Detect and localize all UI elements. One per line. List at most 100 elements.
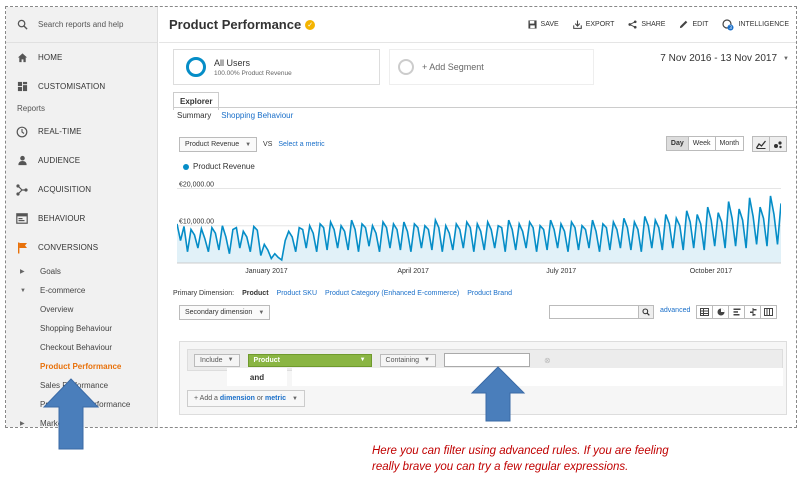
data-table-view-button[interactable]: [696, 305, 713, 319]
sidebar-item-goals[interactable]: ▶ Goals: [6, 262, 157, 281]
y-tick-label: €20,000.00: [179, 181, 214, 188]
arrow-up-icon: [470, 366, 526, 422]
pivot-icon: [764, 308, 773, 316]
sidebar-item-checkout-behaviour[interactable]: Checkout Behaviour: [6, 338, 157, 357]
line-chart-icon: [756, 140, 766, 149]
subtab-summary[interactable]: Summary: [177, 111, 211, 120]
date-range-label: 7 Nov 2016 - 13 Nov 2017: [660, 53, 778, 64]
sidebar-item-label: BEHAVIOUR: [38, 214, 86, 223]
segment-name: All Users: [214, 57, 251, 68]
bars-icon: [733, 308, 740, 316]
sidebar-item-label: HOME: [38, 53, 63, 62]
advanced-filter-link[interactable]: advanced: [660, 307, 690, 314]
person-icon: [6, 155, 38, 166]
sidebar-item-label: ACQUISITION: [38, 185, 92, 194]
secondary-dimension-label: Secondary dimension: [185, 309, 253, 316]
sidebar: Search reports and help HOME CUSTOMISATI…: [6, 7, 158, 427]
date-range-picker[interactable]: 7 Nov 2016 - 13 Nov 2017 ▼: [660, 53, 789, 64]
edit-button[interactable]: EDIT: [679, 20, 708, 29]
x-tick-label: January 2017: [245, 268, 288, 275]
search-input[interactable]: Search reports and help: [38, 20, 123, 29]
table-search-button[interactable]: [638, 305, 654, 319]
sidebar-item-audience[interactable]: AUDIENCE: [6, 146, 157, 175]
caret-right-icon: ▶: [20, 421, 25, 427]
sidebar-item-ecommerce[interactable]: ▼ E-commerce: [6, 281, 157, 300]
filter-dimension-select[interactable]: Product ▼: [247, 353, 372, 367]
add-segment-button[interactable]: + Add Segment: [389, 49, 594, 85]
chevron-down-icon: ▼: [227, 357, 234, 363]
include-label: Include: [200, 356, 223, 364]
sidebar-item-product-performance[interactable]: Product Performance: [6, 357, 157, 376]
sidebar-item-acquisition[interactable]: ACQUISITION: [6, 175, 157, 204]
pie-icon: [717, 308, 724, 316]
table-search-input[interactable]: [549, 305, 639, 319]
chart-type-buttons: [752, 136, 787, 152]
include-select[interactable]: Include ▼: [194, 353, 240, 367]
chevron-down-icon: ▼: [292, 395, 298, 402]
line-chart-button[interactable]: [752, 136, 770, 152]
select-metric-link[interactable]: Select a metric: [278, 141, 324, 148]
metric-select[interactable]: Product Revenue ▼: [179, 137, 258, 152]
segment-row: All Users 100.00% Product Revenue + Add …: [159, 43, 796, 89]
sidebar-item-customisation[interactable]: CUSTOMISATION: [6, 72, 157, 101]
remove-filter-icon[interactable]: ⊗: [544, 356, 551, 365]
revenue-line-chart[interactable]: €20,000.00 €10,000.00 January 2017 April 20…: [177, 175, 781, 275]
pivot-view-button[interactable]: [760, 305, 777, 319]
dimension-product-sku[interactable]: Product SKU: [277, 290, 317, 297]
sidebar-item-conversions[interactable]: CONVERSIONS: [6, 233, 157, 262]
page-title: Product Performance: [169, 17, 302, 32]
add-or-word: or: [254, 395, 266, 402]
month-button[interactable]: Month: [714, 136, 744, 151]
metric-controls: Product Revenue ▼ VS Select a metric: [179, 137, 325, 152]
sidebar-item-realtime[interactable]: REAL-TIME: [6, 117, 157, 146]
report-header: Product Performance ✓ SAVE EXPORT SHARE: [159, 7, 796, 43]
comparison-view-button[interactable]: [744, 305, 761, 319]
granularity-buttons: Day Week Month: [665, 136, 744, 151]
sidebar-item-overview[interactable]: Overview: [6, 300, 157, 319]
intelligence-button[interactable]: 3 INTELLIGENCE: [722, 18, 789, 31]
tab-divider: [173, 107, 796, 108]
export-button[interactable]: EXPORT: [572, 20, 614, 29]
segment-all-users[interactable]: All Users 100.00% Product Revenue: [173, 49, 380, 85]
x-tick-label: July 2017: [546, 268, 576, 275]
week-button[interactable]: Week: [687, 136, 716, 151]
sidebar-item-label: CONVERSIONS: [38, 243, 99, 252]
save-icon: [527, 20, 537, 29]
sidebar-item-shopping-behaviour[interactable]: Shopping Behaviour: [6, 319, 157, 338]
subtab-shopping-behaviour[interactable]: Shopping Behaviour: [221, 111, 293, 120]
secondary-dimension-select[interactable]: Secondary dimension ▼: [179, 305, 271, 320]
chevron-down-icon: ▼: [245, 141, 252, 148]
empty-ring-icon: [398, 59, 414, 75]
sidebar-search[interactable]: Search reports and help: [6, 7, 157, 43]
explorer-subtabs: Summary Shopping Behaviour: [177, 111, 293, 120]
sidebar-item-label: Goals: [40, 267, 61, 276]
day-button[interactable]: Day: [665, 136, 689, 151]
dimension-product[interactable]: Product: [242, 290, 268, 297]
match-type-select[interactable]: Containing ▼: [379, 353, 436, 367]
performance-view-button[interactable]: [728, 305, 745, 319]
edit-label: EDIT: [692, 21, 709, 28]
sidebar-item-home[interactable]: HOME: [6, 43, 157, 72]
sidebar-item-label: REAL-TIME: [38, 127, 82, 136]
dimension-product-brand[interactable]: Product Brand: [467, 290, 512, 297]
pie-view-button[interactable]: [712, 305, 729, 319]
dimension-product-category[interactable]: Product Category (Enhanced E-commerce): [325, 290, 459, 297]
sidebar-item-behaviour[interactable]: BEHAVIOUR: [6, 204, 157, 233]
and-row: [292, 368, 783, 386]
x-tick-label: October 2017: [690, 268, 733, 275]
verified-check-icon: ✓: [305, 19, 316, 30]
save-label: SAVE: [540, 21, 559, 28]
caret-right-icon: ▶: [20, 269, 25, 275]
chevron-down-icon: ▼: [783, 55, 789, 62]
main-content: Product Performance ✓ SAVE EXPORT SHARE: [159, 7, 796, 427]
motion-chart-button[interactable]: [769, 136, 787, 152]
save-button[interactable]: SAVE: [527, 20, 559, 29]
vs-label: VS: [263, 141, 273, 148]
filter-dimension-label: Product: [253, 356, 280, 364]
add-dimension-or-metric-button[interactable]: + Add a dimension or metric ▼: [187, 390, 305, 407]
table-view-buttons: [696, 305, 777, 319]
chevron-down-icon: ▼: [424, 357, 430, 363]
add-prefix: + Add a: [194, 395, 220, 402]
share-button[interactable]: SHARE: [628, 20, 665, 29]
export-icon: [572, 20, 582, 29]
